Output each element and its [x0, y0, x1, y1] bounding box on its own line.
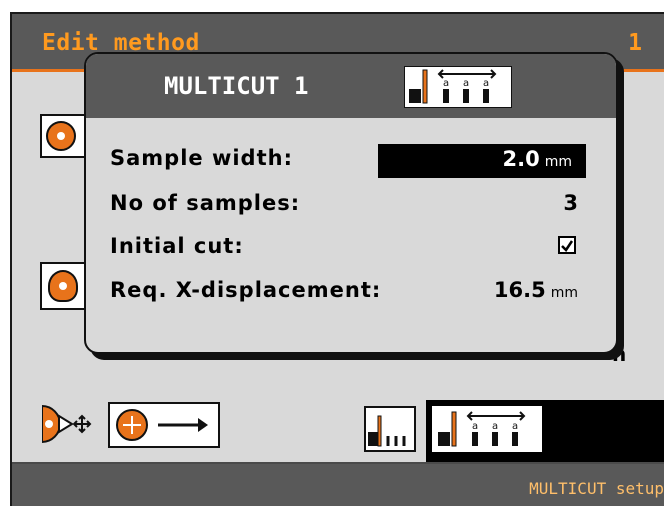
x-displacement-value: 16.5 mm — [493, 278, 578, 302]
svg-text:a: a — [492, 421, 498, 432]
multicut-header-icon: a a a — [404, 66, 512, 108]
page-number: 1 — [628, 30, 642, 56]
num-samples-value[interactable]: 3 — [563, 191, 578, 215]
status-bar: MULTICUT setup — [12, 462, 664, 506]
svg-text:a: a — [472, 421, 478, 432]
single-cut-icon[interactable] — [364, 406, 416, 452]
num-samples-label: No of samples: — [110, 191, 301, 215]
move-icon[interactable] — [41, 402, 104, 446]
blade-icon[interactable] — [40, 262, 86, 310]
svg-text:a: a — [443, 78, 449, 89]
selected-multicut-tile[interactable]: a a a — [426, 400, 664, 462]
sample-width-field[interactable]: 2.0 mm — [378, 144, 586, 178]
initial-cut-checkbox[interactable] — [558, 236, 576, 254]
dialog-title: MULTICUT 1 — [164, 72, 309, 100]
dialog-header: MULTICUT 1 a a a — [86, 54, 616, 118]
multicut-icon: a a a — [432, 406, 542, 452]
checkmark-icon — [561, 240, 574, 252]
svg-text:a: a — [483, 78, 489, 89]
cut-position-icon[interactable] — [40, 114, 86, 158]
initial-cut-label: Initial cut: — [110, 234, 244, 258]
svg-text:a: a — [463, 78, 469, 89]
device-screen: Edit method 1 n a a a MULTICUT setup MUL… — [10, 12, 664, 506]
svg-text:a: a — [512, 421, 518, 432]
sample-width-value: 2.0 mm — [502, 147, 572, 171]
status-text: MULTICUT setup — [529, 479, 664, 498]
multicut-dialog: MULTICUT 1 a a a Sample width: 2.0 mm No… — [84, 52, 618, 354]
x-displacement-label: Req. X-displacement: — [110, 278, 382, 302]
move-right-button[interactable] — [108, 402, 220, 448]
sample-width-label: Sample width: — [110, 146, 293, 170]
